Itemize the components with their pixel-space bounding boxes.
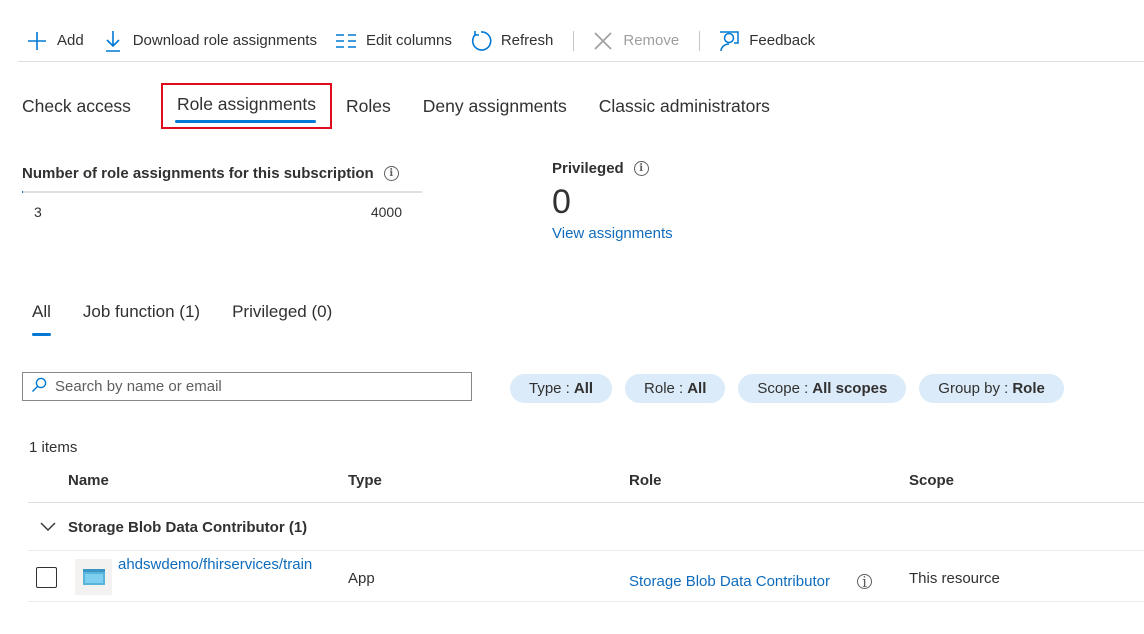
remove-label: Remove	[623, 32, 680, 49]
info-icon[interactable]: i	[857, 573, 872, 591]
group-by-value: Role	[1012, 380, 1045, 397]
view-assignments-link[interactable]: View assignments	[552, 225, 673, 242]
plus-icon	[26, 30, 48, 52]
privileged-title: Privileged i	[552, 157, 673, 179]
scope-filter-value: All scopes	[812, 380, 888, 397]
refresh-button[interactable]: Refresh	[462, 23, 564, 59]
edit-columns-button[interactable]: Edit columns	[327, 23, 462, 59]
command-bar: Add Download role assignments Edit colum…	[18, 22, 1144, 62]
tab-role-assignments-label: Role assignments	[176, 94, 317, 114]
add-label: Add	[57, 32, 84, 49]
items-count: 1 items	[29, 439, 78, 456]
download-icon	[102, 30, 124, 52]
assignee-name-link[interactable]: ahdswdemo/fhirservices/train	[118, 556, 312, 573]
subtab-job-function[interactable]: Job function (1)	[83, 302, 200, 336]
subtab-all[interactable]: All	[32, 302, 51, 336]
download-label: Download role assignments	[132, 32, 317, 49]
current-count: 3	[34, 204, 42, 220]
column-header-type[interactable]: Type	[348, 472, 382, 489]
feedback-icon	[718, 30, 740, 52]
role-name-link[interactable]: Storage Blob Data Contributor	[629, 573, 830, 590]
role-filter-value: All	[687, 380, 707, 397]
chevron-down-icon[interactable]	[40, 519, 56, 535]
toolbar-divider	[699, 30, 701, 51]
search-icon	[31, 377, 47, 397]
type-filter-value: All	[573, 380, 594, 397]
column-header-name[interactable]: Name	[68, 472, 109, 489]
feedback-button[interactable]: Feedback	[710, 23, 825, 59]
group-row: Storage Blob Data Contributor (1)	[28, 504, 1144, 551]
tab-classic-administrators[interactable]: Classic administrators	[599, 86, 770, 126]
column-header-role[interactable]: Role	[629, 472, 662, 489]
add-button[interactable]: Add	[18, 23, 94, 59]
tab-deny-assignments[interactable]: Deny assignments	[423, 86, 567, 126]
app-icon	[75, 559, 112, 595]
filter-pills: Type : All Role : All Scope : All scopes…	[510, 374, 1077, 403]
edit-columns-label: Edit columns	[365, 32, 452, 49]
usage-numbers: 3 4000	[22, 204, 422, 220]
privileged-title-text: Privileged	[552, 159, 624, 177]
assignment-filter-tabs: All Job function (1) Privileged (0)	[32, 302, 364, 336]
subtab-privileged[interactable]: Privileged (0)	[232, 302, 332, 336]
role-filter-key: Role :	[644, 380, 684, 397]
max-count: 4000	[370, 204, 402, 220]
group-by-pill[interactable]: Group by : Role	[919, 374, 1064, 403]
remove-button[interactable]: Remove	[584, 23, 689, 59]
columns-icon	[335, 30, 357, 52]
usage-progress-bar	[22, 191, 422, 193]
feedback-label: Feedback	[749, 32, 816, 49]
group-label: Storage Blob Data Contributor (1)	[68, 518, 308, 536]
count-title-text: Number of role assignments for this subs…	[22, 164, 374, 182]
close-icon	[592, 30, 614, 52]
tab-role-assignments[interactable]: Role assignments	[160, 83, 333, 129]
role-assignment-count-card: Number of role assignments for this subs…	[22, 162, 422, 220]
type-filter-key: Type :	[529, 380, 570, 397]
group-by-key: Group by :	[938, 380, 1009, 397]
assignee-type: App	[348, 570, 375, 587]
download-role-assignments-button[interactable]: Download role assignments	[94, 23, 327, 59]
info-icon[interactable]: i	[383, 165, 399, 181]
search-input[interactable]	[55, 378, 455, 395]
tab-check-access[interactable]: Check access	[22, 86, 131, 126]
access-control-tabs: Check access Role assignments Roles Deny…	[22, 83, 802, 129]
row-checkbox[interactable]	[36, 567, 57, 588]
scope-value: This resource	[909, 570, 1000, 587]
table-header: Name Type Role Scope	[28, 462, 1144, 503]
toolbar-divider	[573, 30, 575, 51]
privileged-count: 0	[552, 183, 571, 221]
privileged-card: Privileged i 0 View assignments	[552, 157, 673, 243]
role-filter-pill[interactable]: Role : All	[625, 374, 726, 403]
scope-filter-key: Scope :	[757, 380, 809, 397]
count-title: Number of role assignments for this subs…	[22, 162, 422, 184]
scope-filter-pill[interactable]: Scope : All scopes	[738, 374, 907, 403]
type-filter-pill[interactable]: Type : All	[510, 374, 613, 403]
column-header-scope[interactable]: Scope	[909, 472, 954, 489]
refresh-icon	[470, 30, 492, 52]
refresh-label: Refresh	[500, 32, 554, 49]
active-tab-indicator	[174, 120, 317, 123]
info-icon[interactable]: i	[633, 160, 649, 176]
search-box	[22, 372, 472, 401]
tab-roles[interactable]: Roles	[346, 86, 391, 126]
table-row: ahdswdemo/fhirservices/train App Storage…	[28, 552, 1144, 602]
